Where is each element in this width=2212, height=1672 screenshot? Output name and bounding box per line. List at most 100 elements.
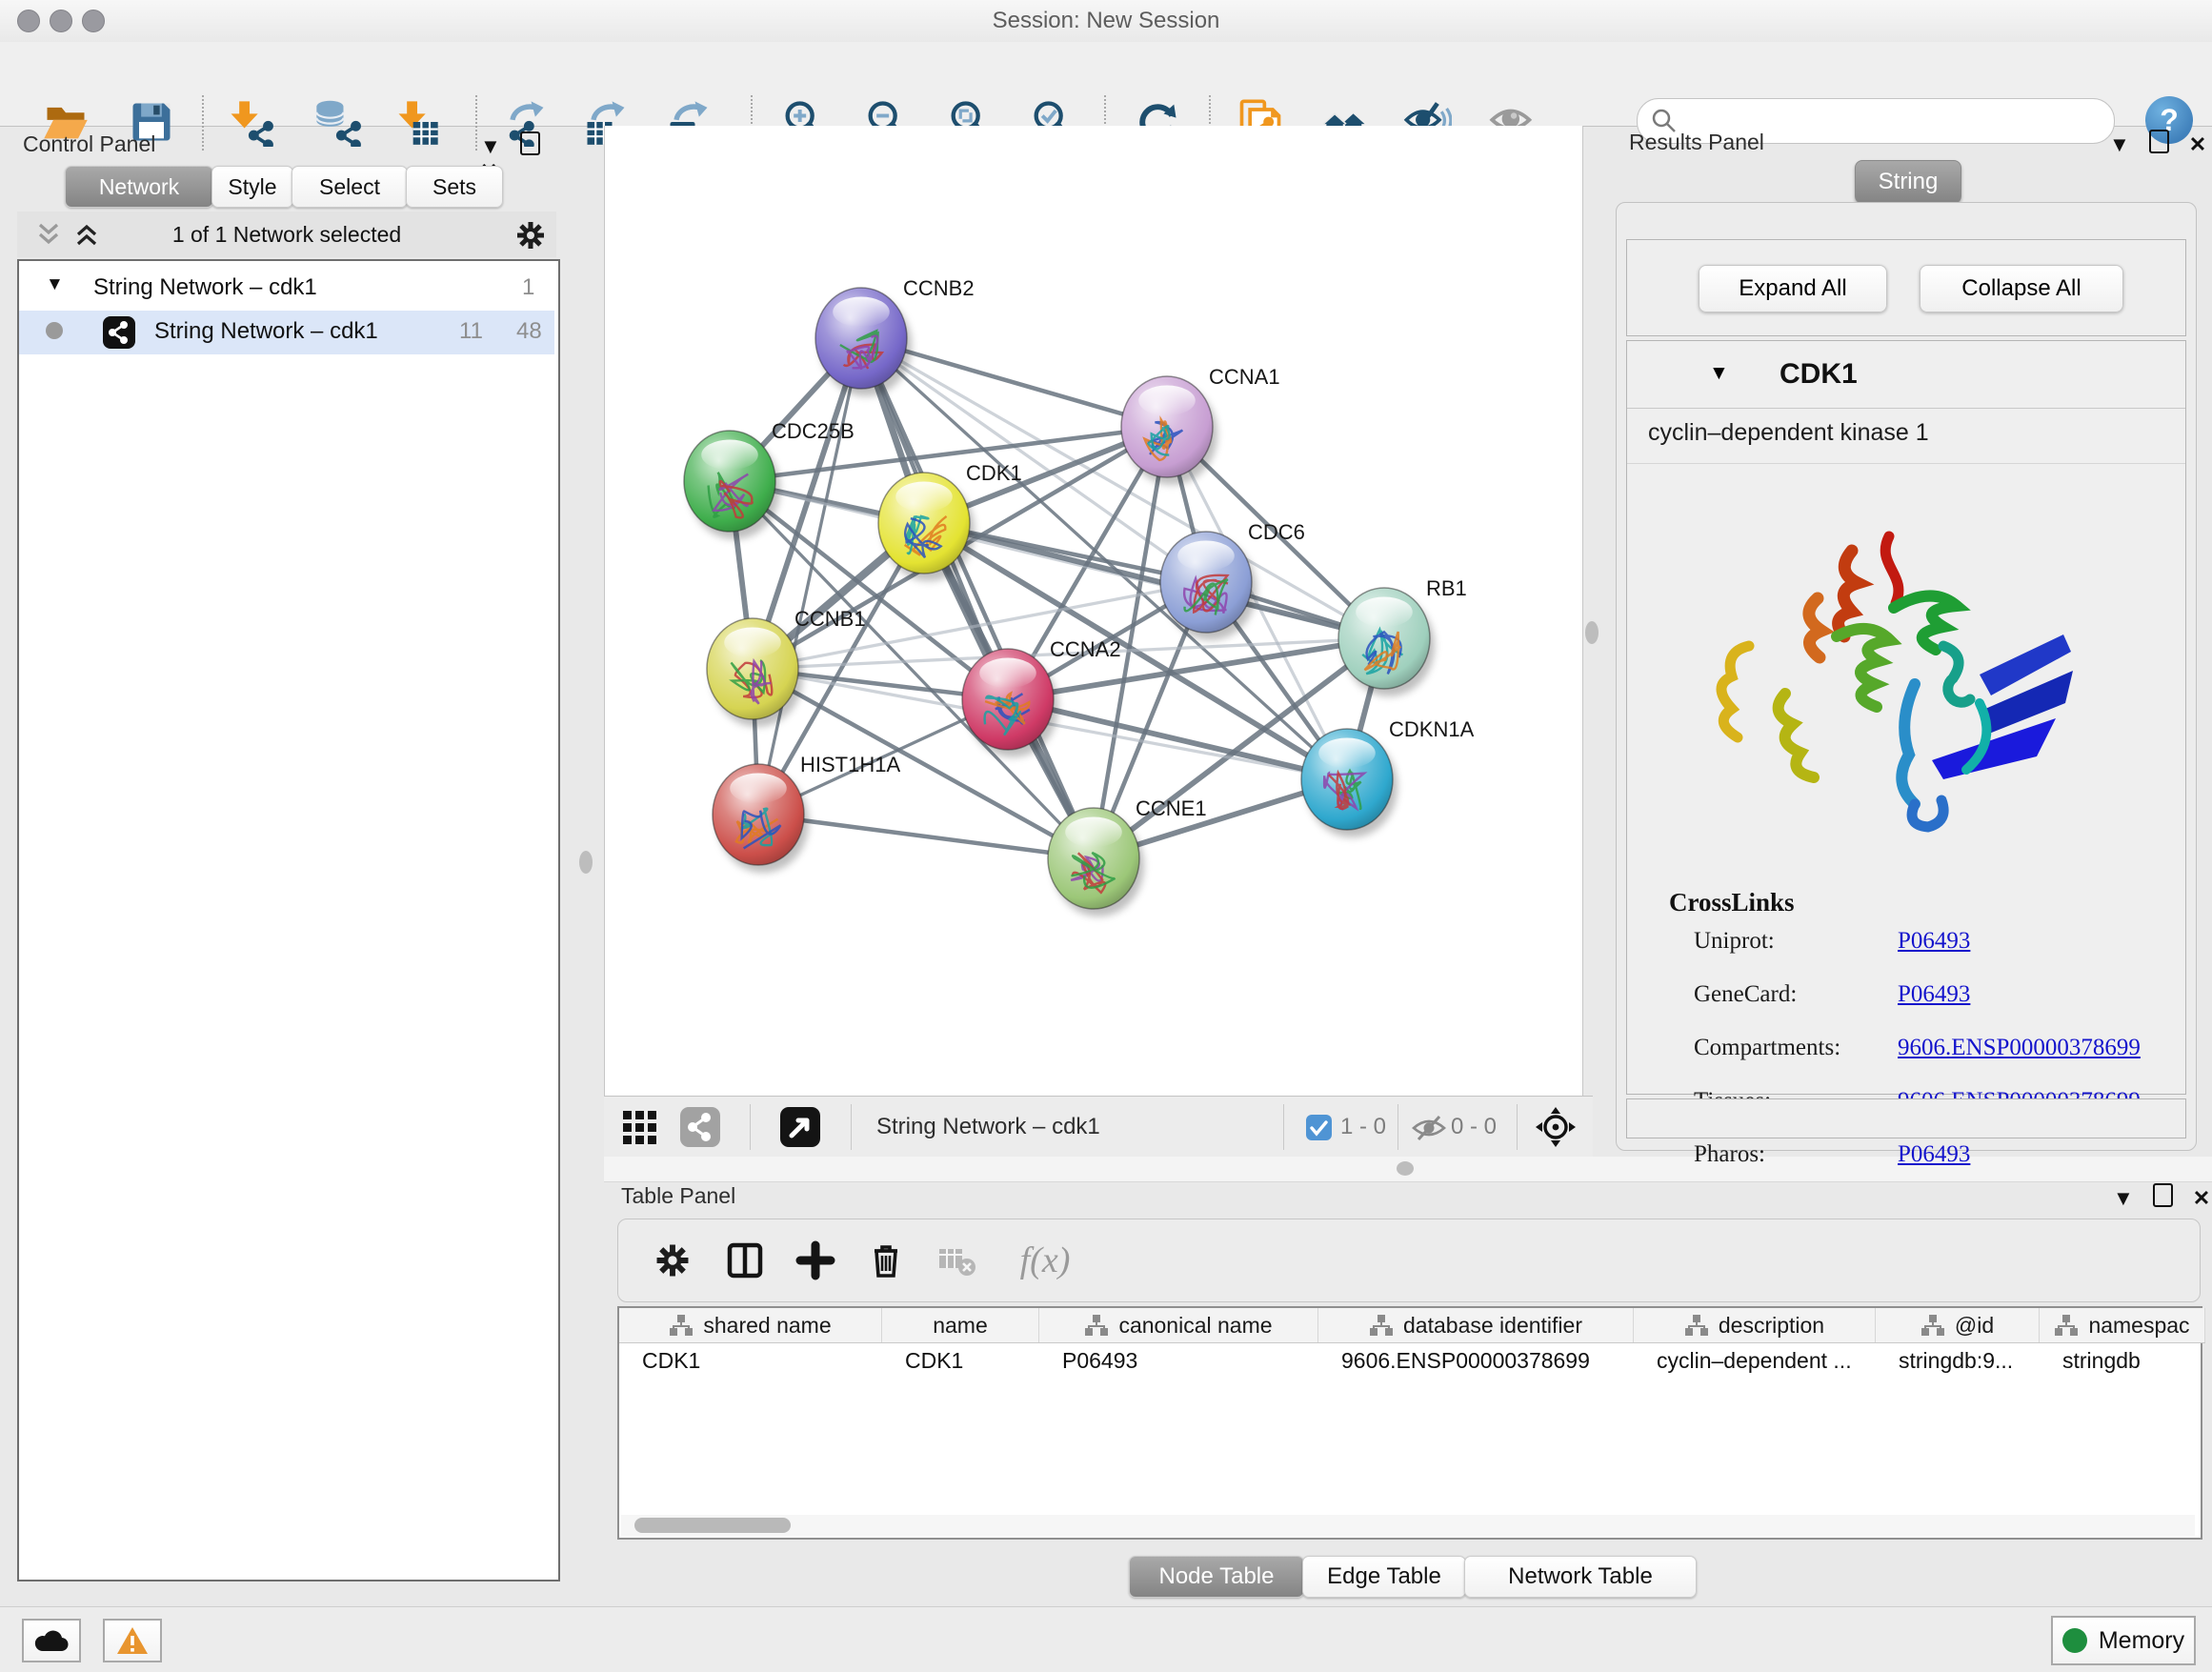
network-edge[interactable] [924,523,1384,638]
cloud-status-button[interactable] [22,1619,81,1662]
function-builder-button[interactable]: f(x) [999,1233,1091,1288]
table-cell[interactable]: P06493 [1039,1348,1317,1374]
column-header-description[interactable]: description [1634,1308,1876,1342]
network-node-CCNA1[interactable] [1121,376,1217,485]
collapse-all-button[interactable]: Collapse All [1920,265,2123,312]
crosshair-icon[interactable] [1536,1107,1576,1147]
tree-expanded-icon[interactable]: ▼ [46,274,64,295]
add-column-button[interactable] [788,1233,843,1288]
network-node-RB1[interactable] [1338,588,1435,696]
float-panel-icon[interactable] [520,131,540,155]
node-label-HIST1H1A: HIST1H1A [800,753,900,776]
crosslink-link[interactable]: P06493 [1898,928,1970,955]
table-cell[interactable]: cyclin–dependent ... [1634,1348,1875,1374]
network-node-HIST1H1A[interactable] [713,764,809,873]
vertical-splitter-handle-right[interactable] [1585,621,1599,644]
tab-edge-table[interactable]: Edge Table [1302,1556,1466,1598]
network-node-CDC25B[interactable] [684,431,780,539]
network-node-CCNA2[interactable] [962,649,1058,757]
crosslink-row-compartments: Compartments:9606.ENSP00000378699 [1694,1035,1840,1061]
column-header-label: description [1719,1313,1824,1339]
collapse-panel-icon[interactable]: ▼ [480,134,501,159]
memory-button[interactable]: Memory [2051,1616,2196,1665]
close-window-button[interactable] [17,10,40,32]
column-source-icon [2054,1314,2079,1337]
tab-node-table[interactable]: Node Table [1129,1556,1304,1598]
crosslink-link[interactable]: 9606.ENSP00000378699 [1898,1035,2141,1061]
tab-network[interactable]: Network [65,166,213,208]
table-cell[interactable]: CDK1 [619,1348,881,1374]
footer-separator [851,1104,852,1150]
tab-string[interactable]: String [1855,160,1961,204]
hidden-eye-icon[interactable] [1410,1114,1448,1142]
network-collection-row[interactable]: ▼ String Network – cdk1 1 [19,267,554,311]
delete-table-button[interactable] [929,1233,984,1288]
expand-all-button[interactable]: Expand All [1699,265,1887,312]
gear-icon[interactable] [514,219,547,252]
table-settings-button[interactable] [645,1233,700,1288]
crosslink-row-pharos: Pharos:P06493 [1694,1141,1765,1168]
table-cell[interactable]: stringdb:9... [1876,1348,2039,1374]
horizontal-splitter[interactable] [604,1157,2212,1182]
maximize-window-button[interactable] [82,10,105,32]
close-results-icon[interactable]: ✕ [2189,132,2206,157]
column-header-namespac[interactable]: namespac [2040,1308,2205,1342]
column-header-label: name [933,1313,988,1339]
crosslink-link[interactable]: P06493 [1898,1141,1970,1168]
column-header-canonical-name[interactable]: canonical name [1039,1308,1318,1342]
column-header--id[interactable]: @id [1876,1308,2040,1342]
collapse-table-icon[interactable]: ▼ [2113,1186,2134,1211]
scrollbar-thumb[interactable] [634,1518,791,1533]
vertical-splitter-handle[interactable] [579,851,593,874]
crosslink-row-uniprot: Uniprot:P06493 [1694,928,1775,955]
collection-count: 1 [522,274,534,301]
control-panel: Control Panel ▼ ✕ NetworkStyleSelectSets… [10,130,564,1597]
network-edge[interactable] [758,338,861,815]
network-node-CCNE1[interactable] [1048,808,1144,917]
network-node-CCNB2[interactable] [815,288,912,396]
share-view-icon[interactable] [680,1107,720,1147]
tab-style[interactable]: Style [211,166,293,208]
horizontal-scrollbar[interactable] [621,1515,2195,1536]
collapse-results-icon[interactable]: ▼ [2109,132,2130,157]
selected-checkbox[interactable] [1306,1115,1332,1140]
minimize-window-button[interactable] [50,10,72,32]
protein-section-header[interactable]: ▼ CDK1 [1627,345,2185,409]
table-cell[interactable]: 9606.ENSP00000378699 [1318,1348,1633,1374]
table-cell[interactable]: stringdb [2040,1348,2204,1374]
tab-select[interactable]: Select [292,166,408,208]
crosslink-link[interactable]: P06493 [1898,981,1970,1008]
protein-structure-image [1694,484,2094,865]
section-expanded-icon[interactable]: ▼ [1709,362,1729,385]
results-panel-title: Results Panel [1629,130,1764,154]
results-panel: Results Panel ▼ ✕ String Expand All Coll… [1600,126,2212,1157]
float-results-icon[interactable] [2149,130,2169,153]
main-toolbar: ? [0,42,2212,127]
close-table-icon[interactable]: ✕ [2193,1186,2210,1211]
network-canvas[interactable]: CCNB2CCNA1CDC25BCDK1CDC6RB1CCNB1CCNA2CDK… [604,126,1583,1096]
node-label-CDC25B: CDC25B [772,419,855,443]
horizontal-splitter-handle[interactable] [1397,1161,1414,1176]
column-header-name[interactable]: name [882,1308,1039,1342]
network-edge[interactable] [861,338,1094,858]
grid-view-icon[interactable] [622,1110,660,1144]
status-bar: Memory [0,1606,2212,1672]
network-node-CDK1[interactable] [878,473,975,581]
network-row-selected[interactable]: String Network – cdk1 11 48 [19,311,554,354]
network-node-CDKN1A[interactable] [1301,729,1398,837]
warning-status-button[interactable] [103,1619,162,1662]
node-label-CCNA2: CCNA2 [1050,637,1121,661]
tab-network-table[interactable]: Network Table [1464,1556,1697,1598]
column-header-shared-name[interactable]: shared name [619,1308,882,1342]
column-source-icon [1920,1314,1945,1337]
table-cell[interactable]: CDK1 [882,1348,1038,1374]
crosslink-row-genecard: GeneCard:P06493 [1694,981,1797,1008]
show-columns-button[interactable] [717,1233,773,1288]
column-source-icon [669,1314,694,1337]
tab-sets[interactable]: Sets [406,166,503,208]
footer-separator [1517,1104,1518,1150]
column-header-database-identifier[interactable]: database identifier [1318,1308,1634,1342]
delete-column-button[interactable] [858,1233,914,1288]
birdseye-view-icon[interactable] [780,1107,820,1147]
float-table-icon[interactable] [2153,1183,2173,1207]
